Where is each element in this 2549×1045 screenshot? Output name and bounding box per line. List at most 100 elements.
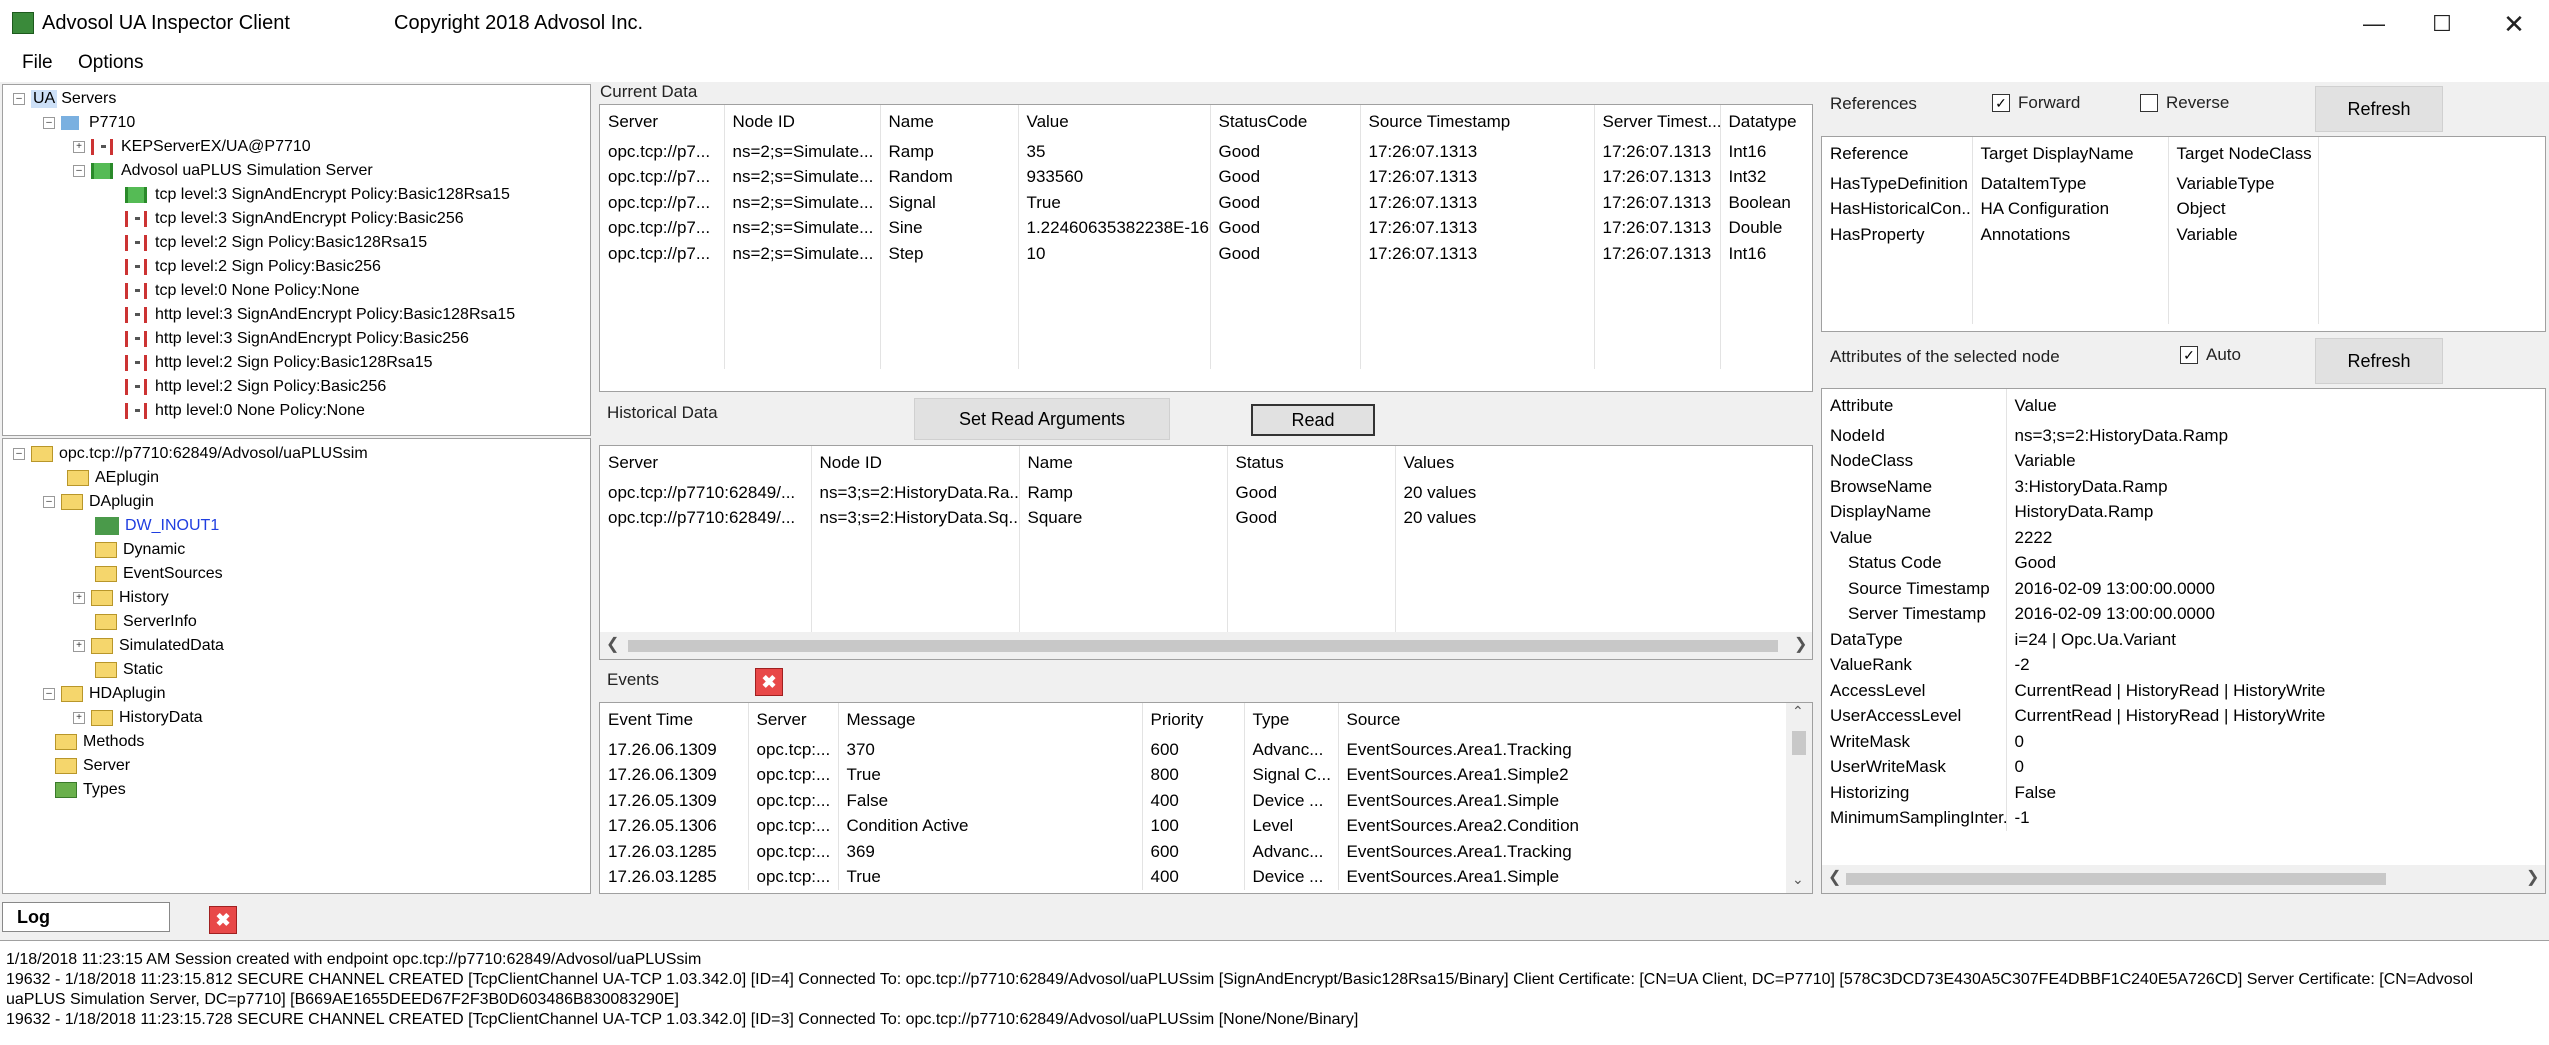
column-header[interactable]: Status — [1227, 446, 1396, 480]
column-header[interactable]: Source — [1338, 703, 1787, 737]
column-header[interactable]: Server Timest... — [1594, 105, 1721, 139]
table-row[interactable]: 17.26.06.1309 opc.tcp:... 370 600 Advanc... E… — [600, 737, 1787, 763]
tree-endpoint-item[interactable]: tcp level:2 Sign Policy:Basic256 — [155, 258, 381, 276]
column-header[interactable]: Event Time — [600, 703, 749, 737]
scroll-right-icon[interactable]: ❯ — [2526, 867, 2539, 887]
scrollbar-thumb[interactable] — [1846, 873, 2386, 885]
scroll-left-icon[interactable]: ❮ — [1828, 867, 1841, 887]
table-row[interactable]: opc.tcp://p7... ns=2;s=Simulate... Signal T… — [600, 190, 1812, 216]
table-row[interactable]: Status Code Good — [1822, 550, 2545, 576]
table-row[interactable]: UserAccessLevel CurrentRead | HistoryRead… — [1822, 703, 2545, 729]
checkbox-unchecked-icon[interactable] — [2140, 94, 2158, 112]
column-header[interactable]: Source Timestamp — [1360, 105, 1595, 139]
table-row[interactable]: opc.tcp://p7710:62849/... ns=3;s=2:Histor… — [600, 480, 1812, 506]
column-header[interactable]: Reference — [1822, 137, 1973, 171]
column-header[interactable]: Name — [880, 105, 1019, 139]
read-button[interactable]: Read — [1251, 404, 1375, 436]
tree-node[interactable]: HDAplugin — [89, 685, 165, 703]
horizontal-scrollbar[interactable]: ❮ ❯ — [1822, 865, 2545, 893]
references-refresh-button[interactable]: Refresh — [2315, 86, 2443, 132]
column-header[interactable]: Target DisplayName — [1972, 137, 2169, 171]
checkbox-checked-icon[interactable]: ✓ — [2180, 346, 2198, 364]
tree-endpoint-item[interactable]: http level:3 SignAndEncrypt Policy:Basic… — [155, 306, 515, 324]
checkbox-checked-icon[interactable]: ✓ — [1992, 94, 2010, 112]
collapse-icon[interactable]: – — [13, 93, 25, 105]
attributes-refresh-button[interactable]: Refresh — [2315, 338, 2443, 384]
horizontal-scrollbar[interactable]: ❮ ❯ — [600, 632, 1812, 659]
table-row[interactable]: Historizing False — [1822, 780, 2545, 806]
tree-node[interactable]: Methods — [83, 733, 144, 751]
log-panel[interactable]: 1/18/2018 11:23:15 AM Session created wi… — [0, 940, 2549, 1045]
table-row[interactable]: 17.26.05.1309 opc.tcp:... False 400 Device .… — [600, 788, 1787, 814]
column-header[interactable]: Name — [1019, 446, 1228, 480]
column-header[interactable]: Attribute — [1822, 389, 2007, 423]
tree-server-item[interactable]: Advosol uaPLUS Simulation Server — [121, 162, 373, 180]
table-row[interactable]: UserWriteMask 0 — [1822, 754, 2545, 780]
tree-node-selected[interactable]: DW_INOUT1 — [125, 517, 219, 535]
table-row[interactable]: opc.tcp://p7... ns=2;s=Simulate... Step 10 G… — [600, 241, 1812, 267]
log-tab[interactable]: Log — [2, 902, 170, 932]
table-row[interactable]: MinimumSamplingInter... -1 — [1822, 805, 2545, 831]
column-header[interactable]: Node ID — [811, 446, 1020, 480]
minimize-icon[interactable]: — — [2344, 6, 2404, 42]
tree-node[interactable]: Server — [83, 757, 130, 775]
tree-endpoint-root[interactable]: opc.tcp://p7710:62849/Advosol/uaPLUSsim — [59, 445, 368, 463]
table-row[interactable]: BrowseName 3:HistoryData.Ramp — [1822, 474, 2545, 500]
table-row[interactable]: WriteMask 0 — [1822, 729, 2545, 755]
table-row[interactable]: opc.tcp://p7... ns=2;s=Simulate... Random 9… — [600, 164, 1812, 190]
historical-data-table[interactable]: Server Node ID Name Status Values opc.tcp://… — [599, 445, 1813, 660]
scroll-right-icon[interactable]: ❯ — [1794, 634, 1807, 654]
tree-endpoint-item[interactable]: http level:2 Sign Policy:Basic256 — [155, 378, 386, 396]
table-row[interactable]: HasHistoricalCon... HA Configuration Objec… — [1822, 196, 2545, 222]
table-row[interactable]: Value 2222 — [1822, 525, 2545, 551]
attributes-table[interactable]: Attribute Value NodeId ns=3;s=2:HistoryDat… — [1821, 388, 2546, 894]
scroll-up-icon[interactable]: ⌃ — [1792, 703, 1804, 720]
tree-endpoint-item[interactable]: tcp level:3 SignAndEncrypt Policy:Basic1… — [155, 186, 510, 204]
column-header[interactable]: Message — [838, 703, 1143, 737]
clear-events-icon[interactable]: ✖ — [755, 668, 783, 696]
maximize-icon[interactable]: ☐ — [2412, 6, 2472, 42]
tree-servers-root[interactable]: Servers — [61, 90, 116, 108]
tree-host[interactable]: P7710 — [89, 114, 135, 132]
column-header[interactable]: Target NodeClass — [2168, 137, 2319, 171]
column-header[interactable]: Type — [1244, 703, 1339, 737]
table-row[interactable]: NodeId ns=3;s=2:HistoryData.Ramp — [1822, 423, 2545, 449]
table-row[interactable]: ValueRank -2 — [1822, 652, 2545, 678]
table-row[interactable]: 17.26.06.1309 opc.tcp:... True 800 Signal C.… — [600, 762, 1787, 788]
tree-endpoint-item[interactable]: http level:2 Sign Policy:Basic128Rsa15 — [155, 354, 433, 372]
set-read-arguments-button[interactable]: Set Read Arguments — [914, 398, 1170, 440]
address-space-tree[interactable]: – opc.tcp://p7710:62849/Advosol/uaPLUSsim… — [2, 438, 591, 894]
reverse-checkbox[interactable]: Reverse — [2140, 93, 2229, 113]
table-row[interactable]: HasProperty Annotations Variable — [1822, 222, 2545, 248]
column-header[interactable]: Server — [748, 703, 839, 737]
column-header[interactable]: Value — [1018, 105, 1211, 139]
scroll-left-icon[interactable]: ❮ — [606, 634, 619, 654]
current-data-table[interactable]: Server Node ID Name Value StatusCode Source T… — [599, 104, 1813, 392]
table-row[interactable]: opc.tcp://p7... ns=2;s=Simulate... Ramp 35 G… — [600, 139, 1812, 165]
table-row[interactable]: AccessLevel CurrentRead | HistoryRead | H… — [1822, 678, 2545, 704]
column-header[interactable]: Datatype — [1720, 105, 1812, 139]
forward-checkbox[interactable]: ✓ Forward — [1992, 93, 2080, 113]
tree-node[interactable]: HistoryData — [119, 709, 203, 727]
tree-node[interactable]: History — [119, 589, 169, 607]
auto-checkbox[interactable]: ✓ Auto — [2180, 345, 2241, 365]
table-row[interactable]: 17.26.05.1306 opc.tcp:... Condition Active… — [600, 813, 1787, 839]
tree-node[interactable]: Types — [83, 781, 126, 799]
table-row[interactable]: opc.tcp://p7... ns=2;s=Simulate... Sine 1.2… — [600, 215, 1812, 241]
tree-endpoint-item[interactable]: http level:0 None Policy:None — [155, 402, 365, 420]
tree-node[interactable]: Static — [123, 661, 163, 679]
tree-node[interactable]: ServerInfo — [123, 613, 197, 631]
tree-endpoint-item[interactable]: tcp level:0 None Policy:None — [155, 282, 360, 300]
column-header[interactable]: Value — [2006, 389, 2545, 423]
column-header[interactable]: Server — [600, 446, 812, 480]
table-row[interactable]: Server Timestamp 2016-02-09 13:00:00.0000 — [1822, 601, 2545, 627]
tree-endpoint-item[interactable]: tcp level:2 Sign Policy:Basic128Rsa15 — [155, 234, 427, 252]
close-icon[interactable]: ✕ — [2484, 6, 2544, 42]
menu-options[interactable]: Options — [78, 52, 143, 74]
column-header[interactable]: Server — [600, 105, 725, 139]
tree-endpoint-item[interactable]: tcp level:3 SignAndEncrypt Policy:Basic2… — [155, 210, 464, 228]
tree-server-item[interactable]: KEPServerEX/UA@P7710 — [121, 138, 311, 156]
column-header[interactable]: Priority — [1142, 703, 1245, 737]
table-row[interactable]: 17.26.03.1285 opc.tcp:... 369 600 Advanc... E… — [600, 839, 1787, 865]
table-row[interactable]: 17.26.03.1285 opc.tcp:... True 400 Device ..… — [600, 864, 1787, 890]
